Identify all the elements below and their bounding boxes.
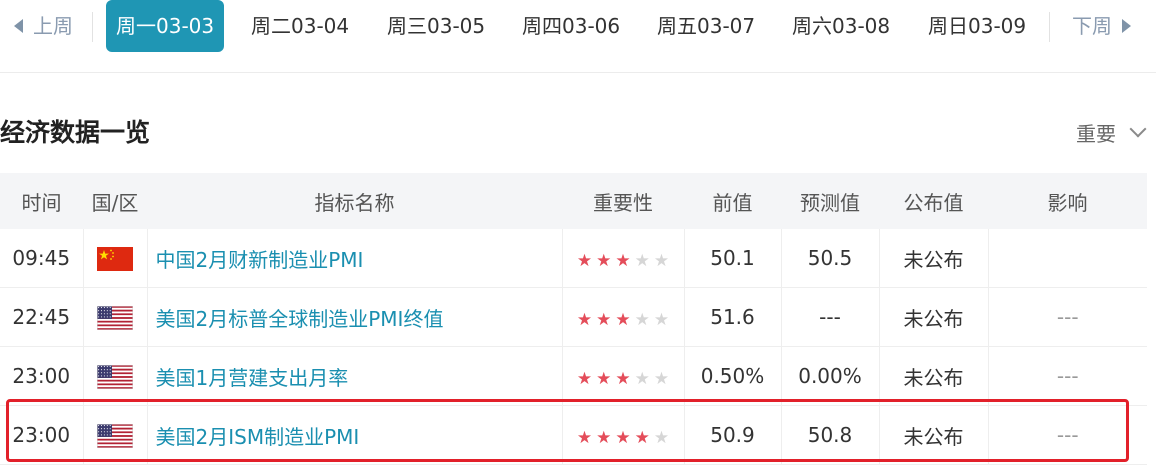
china-flag-icon [97,246,133,271]
cell-importance: ★ ★ ★ ★ ★ [561,405,684,465]
filter-label: 重要 [1076,122,1116,146]
divider [92,12,93,42]
prev-week-button[interactable]: 上周 [14,0,73,52]
indicator-name-link[interactable]: 美国1月营建支出月率 [146,346,562,406]
day-tab-sun[interactable]: 周日03-09 [928,0,1026,52]
day-tab-fri[interactable]: 周五03-07 [657,0,755,52]
cell-previous: 51.6 [683,287,781,347]
star-empty-icon: ★ [653,309,670,330]
star-empty-icon: ★ [634,250,650,271]
cell-country [82,229,147,288]
cell-impact: --- [987,405,1147,465]
triangle-right-icon [1122,18,1131,33]
star-filled-icon: ★ [615,427,631,448]
section-title: 经济数据一览 [0,118,151,147]
triangle-left-icon [14,18,23,33]
indicator-name-link[interactable]: 中国2月财新制造业PMI [146,229,562,288]
table-row: 23:00 美国1月营建支出月率 ★ ★ ★ ★ ★ 0.50% 0.00% 未公布 -… [0,346,1147,406]
header-impact: 影响 [988,173,1147,229]
star-empty-icon: ★ [653,368,670,389]
star-filled-icon: ★ [615,309,631,330]
header-actual: 公布值 [879,173,988,229]
cell-importance: ★ ★ ★ ★ ★ [561,287,684,347]
table-row: 22:45 美国2月标普全球制造业PMI终值 ★ ★ ★ ★ ★ 51.6 --- 未公… [0,287,1147,347]
importance-stars: ★ ★ ★ ★ ★ [575,247,671,271]
next-week-button[interactable]: 下周 [1072,0,1131,52]
header-importance: 重要性 [562,173,684,229]
star-filled-icon: ★ [596,368,612,389]
star-filled-icon: ★ [615,250,631,271]
table-row: 09:45 中国2月财新制造业PMI ★ ★ ★ ★ ★ 50.1 50.5 未公布 [0,229,1147,288]
header-country: 国/区 [83,173,147,229]
cell-previous: 50.9 [683,405,781,465]
importance-filter-dropdown[interactable]: 重要 [1076,118,1147,147]
day-tab-wed[interactable]: 周三03-05 [387,0,485,52]
table-header-row: 时间 国/区 指标名称 重要性 前值 预测值 公布值 影响 [0,173,1147,229]
day-tab-sat[interactable]: 周六03-08 [792,0,890,52]
cell-impact: --- [987,287,1147,347]
header-time: 时间 [0,173,83,229]
star-filled-icon: ★ [576,427,593,448]
economic-data-table: 时间 国/区 指标名称 重要性 前值 预测值 公布值 影响 09:45 中国2月… [0,173,1147,465]
cell-actual: 未公布 [878,405,988,465]
cell-forecast: 50.5 [780,229,879,288]
usa-flag-icon [97,364,133,389]
star-filled-icon: ★ [576,368,593,389]
star-empty-icon: ★ [634,368,650,389]
chevron-down-icon [1129,120,1147,137]
header-indicator: 指标名称 [147,173,562,229]
importance-stars: ★ ★ ★ ★ ★ [575,306,671,330]
cell-forecast: --- [780,287,879,347]
table-row: 23:00 美国2月ISM制造业PMI ★ ★ ★ ★ ★ 50.9 50.8 未公布 … [0,405,1147,465]
star-filled-icon: ★ [634,427,650,448]
cell-previous: 50.1 [683,229,781,288]
cell-actual: 未公布 [878,229,988,288]
star-filled-icon: ★ [596,309,612,330]
cell-importance: ★ ★ ★ ★ ★ [561,229,684,288]
cell-time: 23:00 [0,405,83,465]
cell-forecast: 50.8 [780,405,879,465]
cell-time: 09:45 [0,229,83,288]
importance-stars: ★ ★ ★ ★ ★ [575,365,671,389]
star-filled-icon: ★ [576,309,593,330]
importance-stars: ★ ★ ★ ★ ★ [575,424,671,448]
star-filled-icon: ★ [576,250,593,271]
header-previous: 前值 [684,173,781,229]
star-empty-icon: ★ [653,427,670,448]
day-tab-tue[interactable]: 周二03-04 [251,0,349,52]
star-filled-icon: ★ [596,250,612,271]
divider [1049,12,1050,42]
star-filled-icon: ★ [615,368,631,389]
cell-impact: --- [987,346,1147,406]
star-filled-icon: ★ [596,427,612,448]
cell-country [82,287,147,347]
cell-time: 23:00 [0,346,83,406]
cell-previous: 0.50% [683,346,781,406]
cell-impact [987,229,1147,288]
cell-actual: 未公布 [878,346,988,406]
header-forecast: 预测值 [781,173,879,229]
usa-flag-icon [97,423,133,448]
cell-forecast: 0.00% [780,346,879,406]
cell-country [82,405,147,465]
star-empty-icon: ★ [653,250,670,271]
cell-time: 22:45 [0,287,83,347]
indicator-name-link[interactable]: 美国2月标普全球制造业PMI终值 [146,287,562,347]
day-tab-thu[interactable]: 周四03-06 [522,0,620,52]
day-tab-mon[interactable]: 周一03-03 [106,0,225,52]
week-navigation: 上周 周一03-03 周二03-04 周三03-05 周四03-06 周五03-… [0,0,1156,73]
usa-flag-icon [97,305,133,330]
cell-country [82,346,147,406]
cell-importance: ★ ★ ★ ★ ★ [561,346,684,406]
star-empty-icon: ★ [634,309,650,330]
cell-actual: 未公布 [878,287,988,347]
indicator-name-link[interactable]: 美国2月ISM制造业PMI [146,405,562,465]
